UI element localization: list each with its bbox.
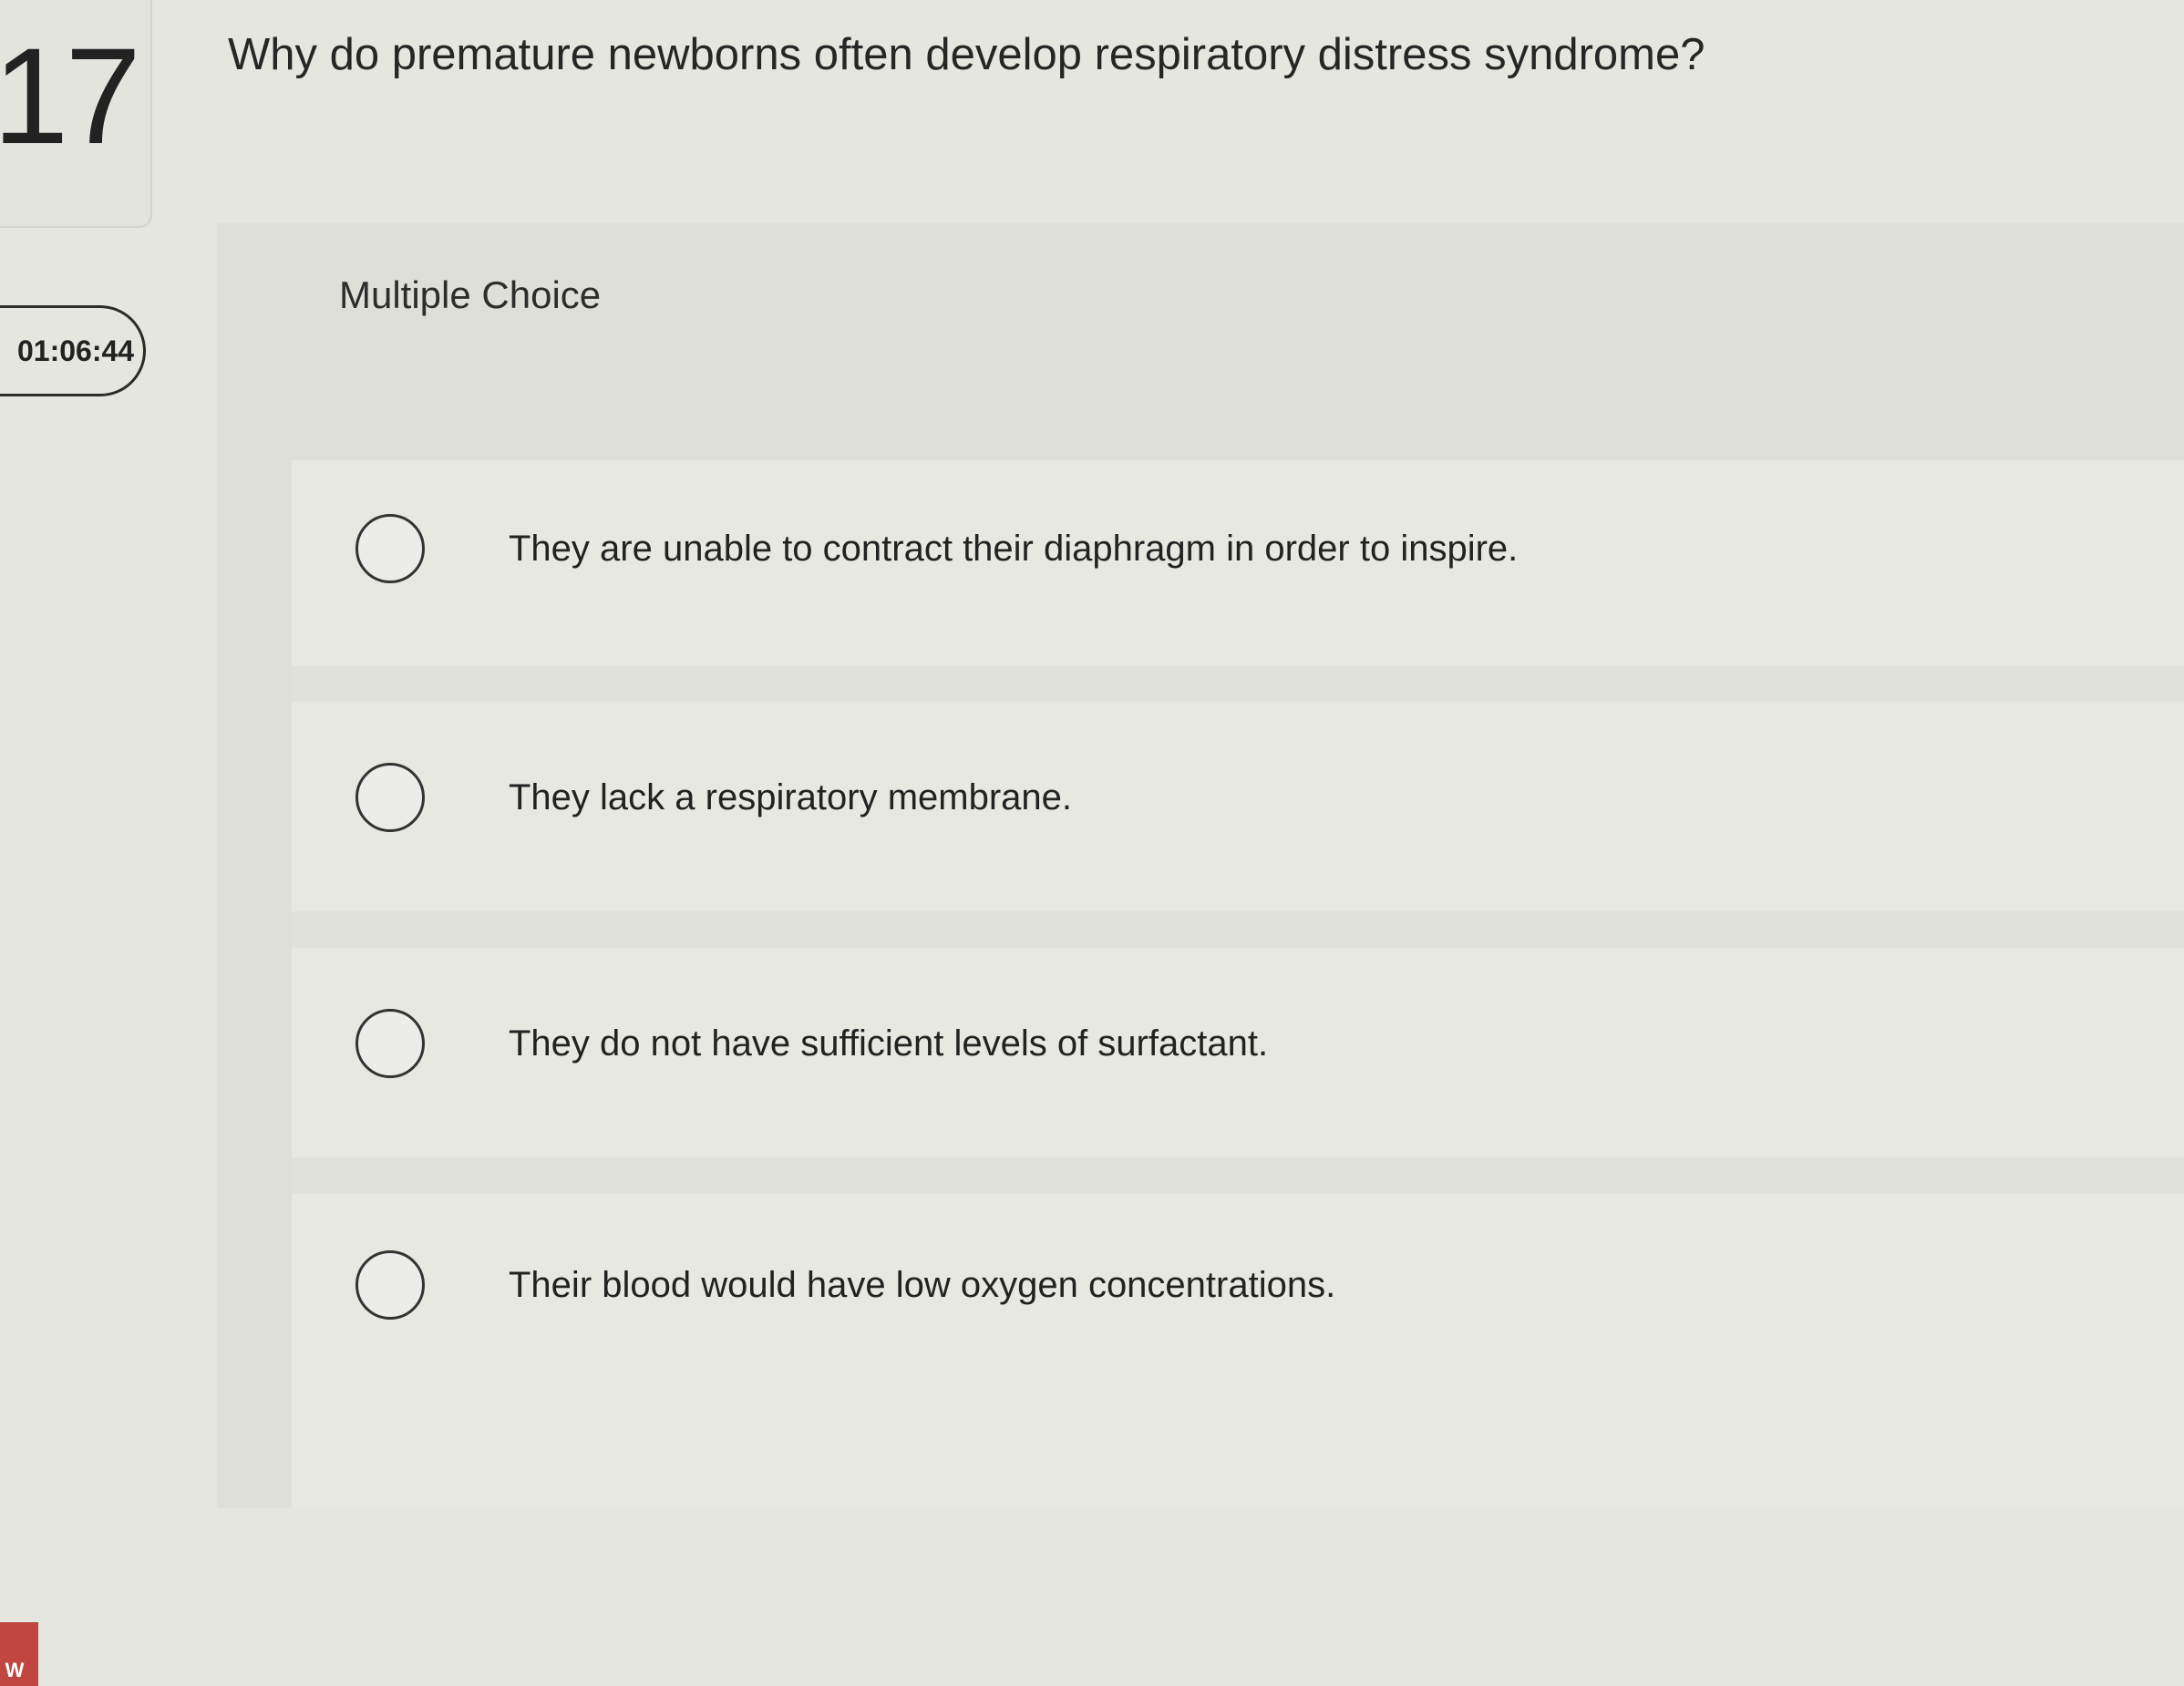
radio-button-icon[interactable] — [355, 763, 425, 832]
radio-button-icon[interactable] — [355, 1009, 425, 1078]
divider — [292, 665, 2184, 702]
question-type-label: Multiple Choice — [339, 273, 602, 316]
answer-option-label: They are unable to contract their diaphr… — [509, 528, 1519, 569]
divider — [292, 911, 2184, 948]
answer-option-d[interactable]: Their blood would have low oxygen concen… — [355, 1235, 2133, 1335]
answer-panel-inner — [292, 460, 2184, 1508]
radio-button-icon[interactable] — [355, 514, 425, 583]
answer-option-b[interactable]: They lack a respiratory membrane. — [355, 747, 2133, 848]
answer-option-label: They do not have sufficient levels of su… — [509, 1023, 1269, 1064]
answer-option-a[interactable]: They are unable to contract their diaphr… — [355, 499, 2133, 599]
question-text: Why do premature newborns often develop … — [228, 30, 1705, 79]
answer-option-label: Their blood would have low oxygen concen… — [509, 1264, 1336, 1305]
timer: 01:06:44 — [0, 305, 146, 396]
corner-badge: W — [0, 1622, 38, 1686]
answer-option-label: They lack a respiratory membrane. — [509, 776, 1073, 817]
question-number: 17 — [0, 19, 141, 172]
divider — [292, 1157, 2184, 1194]
answer-option-c[interactable]: They do not have sufficient levels of su… — [355, 993, 2133, 1094]
radio-button-icon[interactable] — [355, 1250, 425, 1320]
